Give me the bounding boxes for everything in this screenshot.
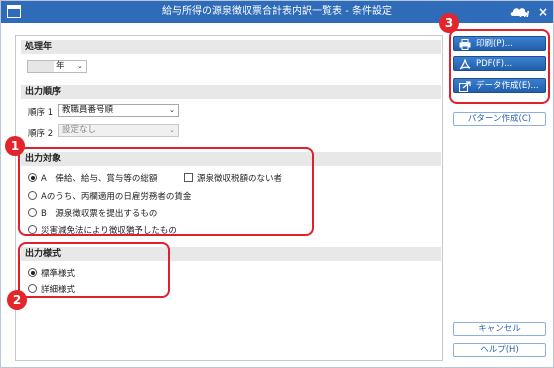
callout-badge-1: 1 — [5, 136, 25, 156]
year-unit-label: 年 — [56, 61, 65, 71]
order1-label: 順序 1 — [28, 108, 54, 118]
highlight-box-target — [18, 147, 314, 236]
year-section-header: 処理年 — [21, 40, 441, 54]
dialog-window: 給与所得の源泉徴収票合計表内訳一覧表 - 条件設定 AI × 処理年 年 ⌄ 出… — [0, 0, 554, 368]
callout-badge-3: 3 — [439, 13, 459, 33]
pattern-create-button[interactable]: パターン作成(C) — [453, 112, 546, 126]
order1-value: 教職員番号順 — [62, 105, 114, 115]
chevron-down-icon: ⌄ — [169, 126, 175, 134]
ai-label: AI — [520, 10, 530, 19]
close-button[interactable]: × — [535, 1, 551, 23]
highlight-box-actions — [449, 29, 550, 104]
order2-select[interactable]: 設定なし ⌄ — [58, 124, 179, 137]
help-button[interactable]: ヘルプ(H) — [453, 343, 546, 357]
year-select[interactable]: 年 ⌄ — [27, 60, 87, 73]
order2-label: 順序 2 — [28, 129, 54, 139]
order-section-header: 出力順序 — [21, 85, 441, 99]
year-value — [28, 61, 54, 72]
callout-badge-2: 2 — [7, 290, 27, 310]
cancel-button[interactable]: キャンセル — [453, 322, 546, 336]
order2-value: 設定なし — [62, 125, 97, 135]
window-title: 給与所得の源泉徴収票合計表内訳一覧表 - 条件設定 — [162, 6, 392, 17]
order1-select[interactable]: 教職員番号順 ⌄ — [58, 104, 179, 117]
chevron-down-icon: ⌄ — [77, 62, 83, 70]
chevron-down-icon: ⌄ — [169, 106, 175, 114]
highlight-box-format — [18, 242, 170, 298]
title-bar: 給与所得の源泉徴収票合計表内訳一覧表 - 条件設定 AI × — [1, 1, 553, 23]
